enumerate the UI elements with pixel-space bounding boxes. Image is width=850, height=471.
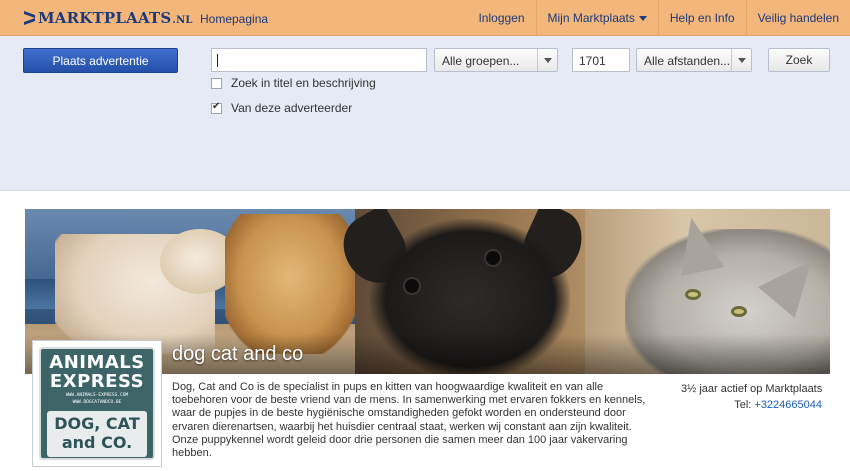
distance-select-value: Alle afstanden...: [644, 54, 731, 68]
golden-dog-image: [225, 214, 355, 354]
homepage-link[interactable]: Homepagina: [200, 12, 268, 26]
zipcode-input[interactable]: 1701: [572, 48, 630, 72]
marktplaats-logo[interactable]: MARKTPLAATS .NL: [24, 8, 193, 28]
logo-url-2: WWW.DOGCATANDCO.BE: [72, 400, 122, 405]
top-bar: MARKTPLAATS .NL Homepagina Inloggen Mijn…: [0, 0, 850, 36]
logo-url-1: WWW.ANIMALS-EXPRESS.COM: [65, 393, 129, 398]
logo-andco-text: and CO.: [61, 433, 133, 452]
this-advertiser-checkbox[interactable]: [211, 101, 222, 114]
group-select[interactable]: Alle groepen...: [434, 48, 558, 72]
this-advertiser-checkbox-row[interactable]: Van deze adverteerder: [211, 101, 352, 115]
top-nav: Inloggen Mijn Marktplaats Help en Info V…: [467, 0, 850, 36]
phone-info: Tel: +3224665044: [734, 399, 822, 411]
title-desc-checkbox[interactable]: [211, 77, 222, 89]
distance-select[interactable]: Alle afstanden...: [636, 48, 752, 72]
search-button[interactable]: Zoek: [768, 48, 830, 72]
title-desc-checkbox-row[interactable]: Zoek in titel en beschrijving: [211, 76, 376, 90]
search-input[interactable]: [211, 48, 427, 72]
cat-eye-left: [685, 289, 701, 300]
frenchie-eye-left: [405, 279, 419, 293]
phone-label: Tel:: [734, 399, 752, 411]
shop-logo[interactable]: ANIMALS EXPRESS WWW.ANIMALS-EXPRESS.COM …: [32, 340, 162, 467]
dropdown-arrow-icon: [731, 49, 751, 71]
animals-express-logo: ANIMALS EXPRESS WWW.ANIMALS-EXPRESS.COM …: [39, 347, 155, 460]
nav-inloggen[interactable]: Inloggen: [467, 0, 535, 36]
frenchie-eye-right: [486, 251, 500, 265]
logo-express-text: EXPRESS: [49, 371, 145, 392]
nav-mijn-marktplaats-label: Mijn Marktplaats: [547, 11, 635, 25]
logo-dogcat-text: DOG, CAT: [54, 414, 140, 433]
title-desc-label: Zoek in titel en beschrijving: [231, 76, 376, 90]
active-since: 3½ jaar actief op Marktplaats: [681, 383, 823, 395]
logo-arrow-icon: [24, 11, 36, 25]
group-select-value: Alle groepen...: [442, 54, 520, 68]
nav-help-info-label: Help en Info: [669, 11, 735, 25]
search-zone: Plaats advertentie Alle groepen... 1701 …: [0, 36, 850, 191]
nav-mijn-marktplaats[interactable]: Mijn Marktplaats: [535, 0, 658, 36]
nav-veilig-handelen-label: Veilig handelen: [757, 11, 839, 25]
logo-dogcat-block: DOG, CAT and CO.: [47, 411, 147, 457]
nav-inloggen-label: Inloggen: [478, 11, 525, 25]
dropdown-arrow-icon: [537, 49, 557, 71]
logo-text: MARKTPLAATS: [38, 9, 172, 27]
logo-suffix: .NL: [172, 14, 193, 26]
place-ad-button[interactable]: Plaats advertentie: [23, 48, 178, 73]
logo-animals-text: ANIMALS: [49, 352, 145, 373]
this-advertiser-label: Van deze adverteerder: [231, 101, 353, 115]
nav-help-info[interactable]: Help en Info: [657, 0, 746, 36]
cat-eye-right: [731, 306, 747, 317]
chevron-down-icon: [638, 15, 647, 21]
shop-name: dog cat and co: [172, 343, 304, 365]
shop-description: Dog, Cat and Co is de specialist in pups…: [172, 381, 646, 460]
phone-number-link[interactable]: +3224665044: [754, 399, 822, 411]
nav-veilig-handelen[interactable]: Veilig handelen: [745, 0, 850, 36]
